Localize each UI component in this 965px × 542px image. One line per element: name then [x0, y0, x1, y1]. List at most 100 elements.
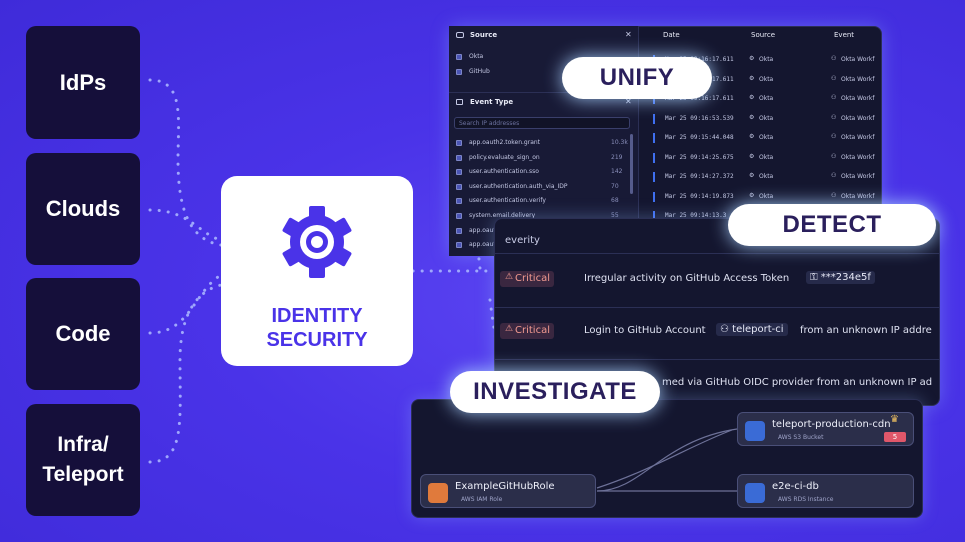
alert-description[interactable]: med via GitHub OIDC provider from an unk… — [662, 377, 938, 388]
row-indicator — [653, 133, 655, 143]
table-row[interactable]: Mar 25 09:14:27.372 ⚙ Okta ⚇ Okta Workf — [645, 171, 882, 186]
event-type-name: app.oauth2.token.grant — [469, 139, 541, 146]
user-icon: ⚇ — [831, 133, 837, 140]
source-infra-label: Infra/ Teleport — [42, 433, 124, 486]
row-source: Okta — [759, 134, 774, 141]
search-placeholder: Search IP addresses — [459, 120, 520, 127]
table-row[interactable]: Mar 25 09:14:25.675 ⚙ Okta ⚇ Okta Workf — [645, 152, 882, 167]
event-type-checkbox[interactable] — [456, 154, 462, 161]
row-event: Okta Workf — [841, 153, 875, 161]
okta-icon: ⚙ — [749, 172, 755, 179]
row-event: Okta Workf — [841, 114, 875, 122]
row-event: Okta Workf — [841, 75, 875, 83]
event-type-count: 219 — [611, 153, 623, 161]
event-type-name: policy.evaluate_sign_on — [469, 153, 540, 161]
column-date[interactable]: Date — [663, 31, 680, 39]
row-date: Mar 25 09:14:27.372 — [665, 173, 734, 180]
severity-label: Critical — [515, 273, 550, 284]
row-event: Okta Workf — [841, 56, 875, 63]
source-infra-teleport: Infra/ Teleport — [26, 404, 140, 516]
event-type-checkbox[interactable] — [456, 198, 462, 205]
node-title: teleport-production-cdn — [772, 419, 891, 430]
identity-security-diagram: IdPs Clouds Code Infra/ Teleport IDENTIT… — [0, 0, 965, 542]
user-icon: ⚇ — [720, 324, 733, 335]
source-option-github: GitHub — [469, 68, 490, 75]
row-source: Okta — [759, 75, 774, 83]
row-indicator — [653, 113, 655, 124]
divider — [495, 359, 939, 360]
search-input[interactable]: Search IP addresses — [454, 117, 630, 129]
divider — [495, 307, 939, 308]
row-source: Okta — [759, 95, 774, 102]
alert-description-suffix: from an unknown IP addre — [800, 325, 932, 336]
table-row[interactable]: Mar 25 09:15:44.048 ⚙ Okta ⚇ Okta Workf — [645, 132, 882, 147]
close-icon[interactable]: ✕ — [625, 30, 632, 39]
folder-icon — [456, 32, 464, 38]
event-type-name: user.authentication.verify — [469, 197, 546, 205]
event-type-header: Event Type — [470, 98, 514, 106]
row-source: Okta — [759, 153, 774, 161]
row-event: Okta Workf — [841, 173, 875, 180]
user-icon: ⚇ — [831, 172, 837, 179]
list-icon — [456, 99, 463, 105]
source-option-okta: Okta — [469, 53, 484, 60]
column-source[interactable]: Source — [751, 31, 775, 39]
checkbox-okta[interactable] — [456, 54, 462, 60]
row-source: Okta — [759, 173, 774, 180]
row-date: Mar 25 09:15:44.048 — [665, 134, 734, 141]
stage-detect: DETECT — [728, 204, 936, 246]
okta-icon: ⚙ — [749, 133, 755, 140]
row-date: Mar 25 09:14:19.873 — [665, 192, 734, 200]
event-type-checkbox[interactable] — [456, 242, 462, 249]
okta-icon: ⚙ — [749, 55, 755, 62]
node-title: e2e-ci-db — [772, 481, 819, 492]
column-event[interactable]: Event — [834, 31, 854, 39]
hub-label: IDENTITY SECURITY — [266, 305, 368, 351]
user-icon: ⚇ — [831, 55, 837, 62]
source-clouds: Clouds — [26, 153, 140, 265]
source-clouds-label: Clouds — [45, 196, 121, 221]
row-indicator — [653, 191, 655, 202]
token-chip-label: ***234e5f — [820, 272, 871, 283]
database-icon — [745, 483, 765, 503]
event-type-checkbox[interactable] — [456, 169, 462, 176]
node-subtitle: AWS IAM Role — [461, 496, 503, 503]
token-chip[interactable]: ⚿ ***234e5f — [806, 271, 875, 284]
okta-icon: ⚙ — [749, 74, 755, 82]
event-type-checkbox[interactable] — [456, 213, 462, 219]
crown-icon: ♛ — [890, 414, 899, 425]
row-source: Okta — [759, 192, 774, 200]
scrollbar[interactable] — [630, 134, 633, 194]
severity-label: Critical — [515, 325, 550, 336]
event-type-count: 68 — [611, 197, 619, 205]
event-type-count: 142 — [611, 168, 623, 176]
okta-icon: ⚙ — [749, 152, 755, 160]
event-type-name: user.authentication.auth_via_IDP — [469, 182, 568, 190]
alert-description[interactable]: Login to GitHub Account — [584, 325, 706, 336]
source-code: Code — [26, 278, 140, 390]
event-type-checkbox[interactable] — [456, 183, 462, 190]
row-indicator — [653, 152, 655, 163]
stage-investigate: INVESTIGATE — [450, 371, 660, 413]
source-idps-label: IdPs — [59, 69, 107, 95]
event-type-checkbox[interactable] — [456, 140, 462, 146]
event-type-count: 70 — [611, 182, 619, 190]
iam-role-icon — [428, 483, 448, 503]
graph-node-rds-instance[interactable]: e2e-ci-db AWS RDS Instance — [737, 474, 914, 508]
warning-icon: ⚠ — [505, 324, 514, 334]
graph-node-s3-bucket[interactable]: teleport-production-cdn AWS S3 Bucket ♛ … — [737, 412, 914, 446]
row-date: Mar 25 09:14:25.675 — [665, 153, 734, 161]
user-chip[interactable]: ⚇ teleport-ci — [716, 323, 788, 336]
alert-description[interactable]: Irregular activity on GitHub Access Toke… — [584, 273, 789, 284]
source-idps: IdPs — [26, 26, 140, 139]
graph-node-iam-role[interactable]: ExampleGitHubRole AWS IAM Role — [420, 474, 596, 508]
divider — [495, 253, 939, 254]
row-event: Okta Workf — [841, 95, 875, 102]
node-subtitle: AWS S3 Bucket — [778, 434, 824, 441]
okta-icon: ⚙ — [749, 113, 755, 121]
event-type-name: user.authentication.sso — [469, 168, 539, 176]
event-type-checkbox[interactable] — [456, 227, 462, 234]
node-title: ExampleGitHubRole — [455, 481, 555, 492]
checkbox-github[interactable] — [456, 69, 462, 75]
table-row[interactable]: Mar 25 09:16:53.539 ⚙ Okta ⚇ Okta Workf — [645, 113, 882, 128]
